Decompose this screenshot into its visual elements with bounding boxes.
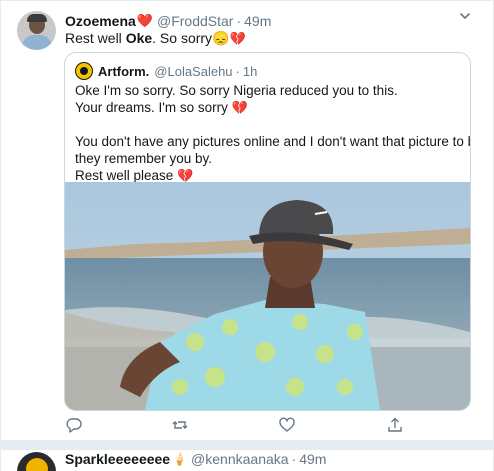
ice-cream-emoji: 🍦 bbox=[172, 452, 188, 466]
broken-heart-emoji: 💔 bbox=[177, 168, 194, 183]
quoted-tweet-header: Artform. @LolaSalehu · 1h bbox=[75, 62, 257, 80]
divider bbox=[0, 440, 494, 450]
quoted-line: Your dreams. I'm so sorry 💔 bbox=[75, 100, 248, 115]
broken-heart-emoji: 💔 bbox=[229, 31, 246, 46]
share-icon[interactable] bbox=[386, 416, 404, 434]
tweet-header: Sparkleeeeeeee 🍦 @kennkaanaka · 49m bbox=[65, 451, 326, 467]
reply-icon[interactable] bbox=[65, 416, 83, 434]
tweet-text-bold: Oke bbox=[125, 30, 153, 46]
tweet-actions bbox=[0, 416, 494, 436]
avatar[interactable] bbox=[17, 452, 56, 471]
avatar[interactable] bbox=[17, 11, 56, 50]
separator: · bbox=[236, 13, 242, 29]
retweet-icon[interactable] bbox=[171, 416, 189, 434]
timestamp[interactable]: 49m bbox=[244, 13, 271, 29]
broken-heart-emoji: 💔 bbox=[231, 100, 248, 115]
quoted-author-name[interactable]: Artform. bbox=[98, 64, 149, 79]
tweet-text-suffix: . So sorry bbox=[152, 30, 213, 46]
beach-photo bbox=[65, 182, 470, 410]
chevron-down-icon[interactable] bbox=[458, 9, 472, 23]
quoted-tweet-text: Oke I'm so sorry. So sorry Nigeria reduc… bbox=[75, 82, 471, 184]
author-name[interactable]: Ozoemena bbox=[65, 13, 136, 29]
sad-face-emoji: 😞 bbox=[212, 30, 230, 46]
author-handle[interactable]: @kennkaanaka bbox=[191, 451, 289, 467]
quoted-photo[interactable] bbox=[65, 182, 470, 410]
tweet-header: Ozoemena ❤️ @FroddStar · 49m bbox=[65, 12, 271, 30]
quoted-tweet[interactable]: Artform. @LolaSalehu · 1h Oke I'm so sor… bbox=[64, 52, 471, 411]
tweet[interactable]: Ozoemena ❤️ @FroddStar · 49m Rest well O… bbox=[0, 0, 494, 440]
tweet-text-prefix: Rest well bbox=[65, 30, 126, 46]
quoted-line: You don't have any pictures online and I… bbox=[75, 134, 471, 149]
quoted-line: they remember you by. bbox=[75, 151, 213, 166]
quoted-timestamp[interactable]: 1h bbox=[243, 64, 257, 79]
quoted-author-handle[interactable]: @LolaSalehu bbox=[154, 64, 232, 79]
quoted-avatar[interactable] bbox=[75, 62, 93, 80]
timestamp[interactable]: 49m bbox=[299, 451, 326, 467]
author-handle[interactable]: @FroddStar bbox=[157, 13, 233, 29]
like-icon[interactable] bbox=[278, 416, 296, 434]
heart-emoji: ❤️ bbox=[136, 13, 153, 28]
author-name[interactable]: Sparkleeeeeeee bbox=[65, 451, 170, 467]
separator: · bbox=[291, 451, 297, 467]
quoted-separator: · bbox=[235, 63, 240, 79]
quoted-line: Oke I'm so sorry. So sorry Nigeria reduc… bbox=[75, 83, 398, 98]
tweet-text: Rest well Oke. So sorry😞💔 bbox=[65, 29, 246, 48]
next-tweet[interactable]: Sparkleeeeeeee 🍦 @kennkaanaka · 49m bbox=[0, 450, 494, 471]
